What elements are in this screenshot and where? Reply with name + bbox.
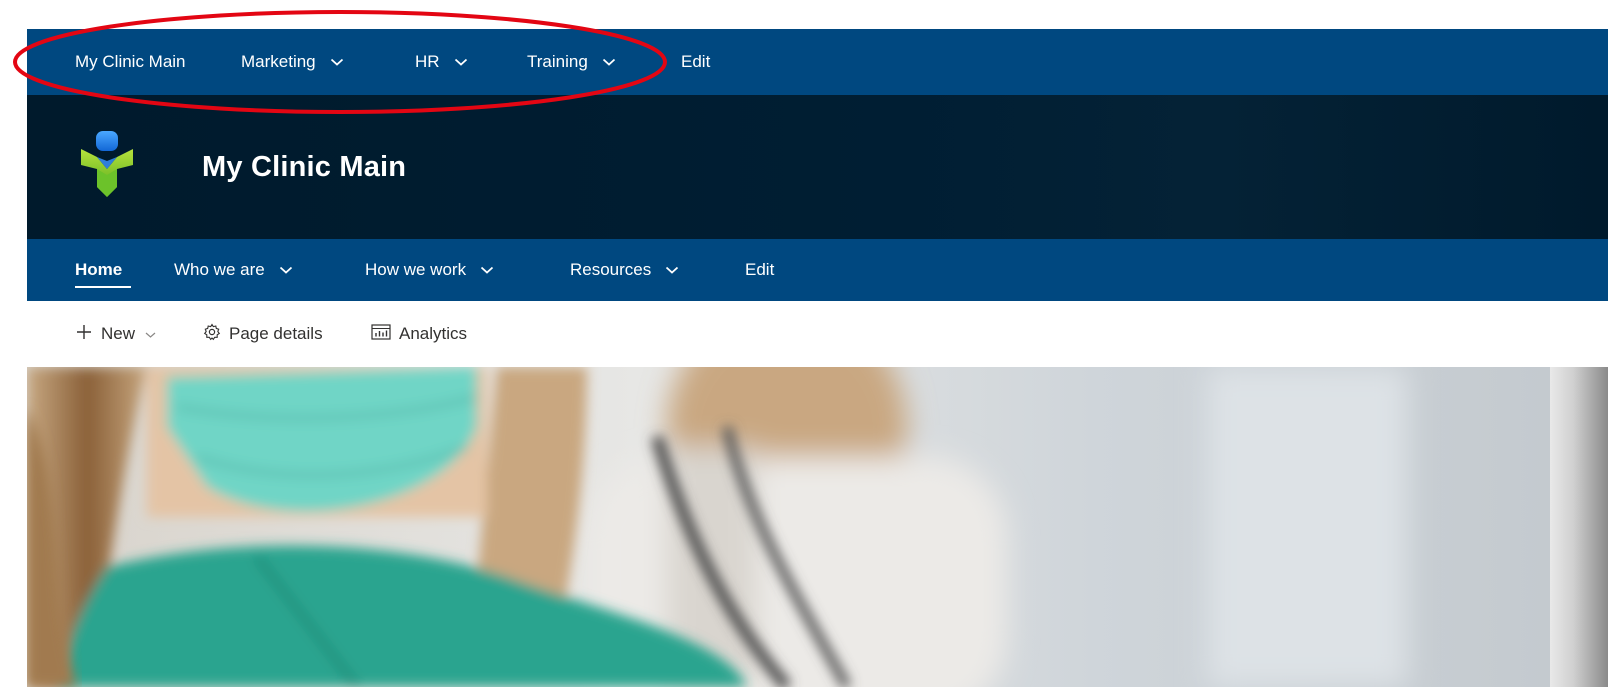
- hub-nav-label: My Clinic Main: [75, 52, 186, 71]
- site-nav-item-how-we-work[interactable]: How we work: [365, 239, 494, 301]
- gear-icon: [203, 322, 221, 346]
- site-nav-label: How we work: [365, 260, 467, 279]
- hub-navigation-bar: My Clinic Main Marketing HR Training Edi…: [27, 29, 1608, 95]
- hub-nav-item-marketing[interactable]: Marketing: [241, 29, 344, 95]
- hub-nav-label: Training: [527, 52, 588, 71]
- site-navigation-bar: Home Who we are How we work Resources Ed…: [27, 239, 1608, 301]
- hub-nav-item-hr[interactable]: HR: [415, 29, 468, 95]
- hero-image: [27, 367, 1550, 687]
- chevron-down-icon: [330, 57, 344, 67]
- site-header: My Clinic Main: [27, 95, 1608, 239]
- page-details-button[interactable]: Page details: [203, 301, 323, 367]
- site-nav-item-edit[interactable]: Edit: [745, 239, 774, 301]
- analytics-label: Analytics: [399, 324, 468, 343]
- page-details-label: Page details: [229, 324, 323, 343]
- analytics-icon: [371, 323, 391, 345]
- site-nav-item-who-we-are[interactable]: Who we are: [174, 239, 293, 301]
- chevron-down-icon: [145, 324, 156, 344]
- clinic-logo-icon[interactable]: [79, 131, 135, 207]
- carousel-edge: [1550, 367, 1608, 687]
- chevron-down-icon: [480, 265, 494, 275]
- hub-nav-label: Edit: [681, 52, 711, 71]
- hub-nav-label: HR: [415, 52, 440, 71]
- site-nav-item-home[interactable]: Home: [75, 239, 122, 301]
- site-nav-label: Edit: [745, 260, 775, 279]
- chevron-down-icon: [665, 265, 679, 275]
- sharepoint-page: My Clinic Main Marketing HR Training Edi…: [27, 29, 1608, 687]
- site-nav-label: Home: [75, 260, 123, 279]
- hub-nav-item-training[interactable]: Training: [527, 29, 616, 95]
- chevron-down-icon: [602, 57, 616, 67]
- plus-icon: [75, 323, 93, 346]
- new-button[interactable]: New: [75, 301, 156, 367]
- chevron-down-icon: [279, 265, 293, 275]
- analytics-button[interactable]: Analytics: [371, 301, 467, 367]
- active-tab-underline: [75, 286, 131, 288]
- hub-nav-label: Marketing: [241, 52, 316, 71]
- hub-nav-item-edit[interactable]: Edit: [681, 29, 710, 95]
- site-nav-item-resources[interactable]: Resources: [570, 239, 679, 301]
- site-title[interactable]: My Clinic Main: [202, 151, 406, 184]
- command-bar: New Page details Analytics: [27, 301, 1608, 367]
- site-nav-label: Who we are: [174, 260, 265, 279]
- chevron-down-icon: [454, 57, 468, 67]
- new-button-label: New: [101, 324, 136, 343]
- hub-nav-item-my-clinic-main[interactable]: My Clinic Main: [75, 29, 186, 95]
- site-nav-label: Resources: [570, 260, 652, 279]
